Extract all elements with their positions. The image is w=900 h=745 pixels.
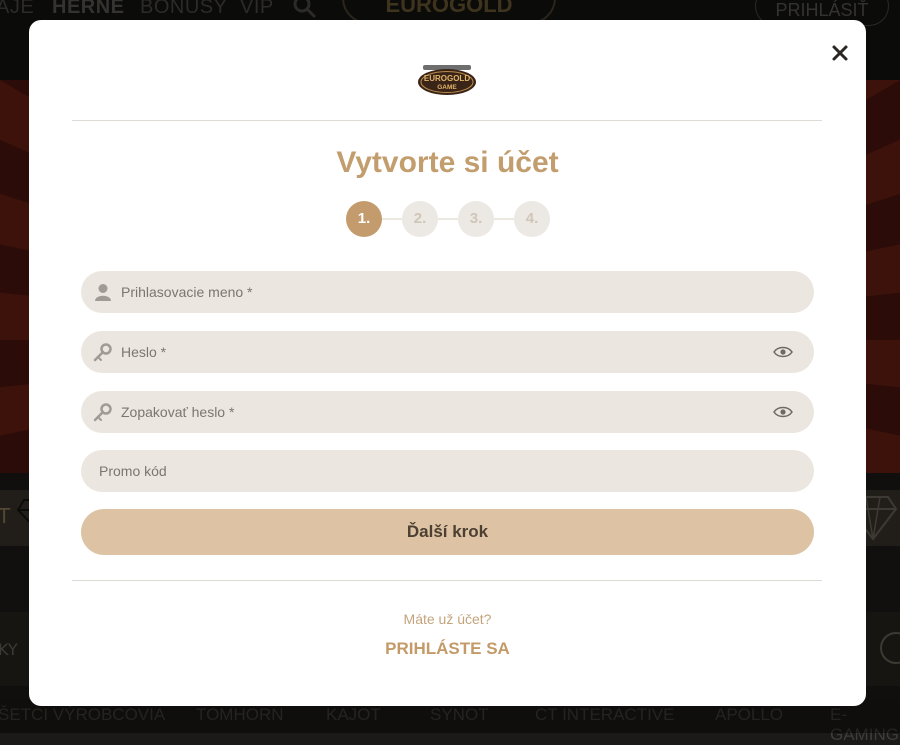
registration-modal: EUROGOLD GAME Vytvorte si účet 1. 2. 3. … bbox=[29, 20, 866, 706]
key-icon bbox=[93, 343, 112, 362]
step-2: 2. bbox=[402, 201, 438, 237]
modal-title: Vytvorte si účet bbox=[336, 146, 559, 179]
step-3: 3. bbox=[458, 201, 494, 237]
eye-icon[interactable] bbox=[773, 345, 793, 359]
password-repeat-input[interactable] bbox=[121, 391, 761, 433]
next-step-button[interactable]: Ďalší krok bbox=[81, 509, 814, 555]
step-indicator: 1. 2. 3. 4. bbox=[346, 201, 550, 237]
steps-connector bbox=[363, 218, 533, 220]
username-field bbox=[81, 271, 814, 313]
password-field bbox=[81, 331, 814, 373]
step-1: 1. bbox=[346, 201, 382, 237]
key-icon bbox=[93, 403, 112, 422]
logo-text-line2: GAME bbox=[437, 84, 457, 91]
username-input[interactable] bbox=[121, 271, 761, 313]
step-4: 4. bbox=[514, 201, 550, 237]
close-icon[interactable] bbox=[829, 42, 851, 64]
divider bbox=[72, 580, 822, 581]
divider bbox=[72, 120, 822, 121]
user-icon bbox=[95, 284, 111, 301]
password-repeat-field bbox=[81, 391, 814, 433]
eurogold-logo: EUROGOLD GAME bbox=[418, 65, 476, 95]
have-account-text: Máte už účet? bbox=[403, 611, 492, 627]
login-link[interactable]: PRIHLÁSTE SA bbox=[29, 639, 866, 659]
promo-code-input[interactable] bbox=[99, 450, 739, 492]
password-input[interactable] bbox=[121, 331, 761, 373]
logo-text-line1: EUROGOLD bbox=[424, 74, 470, 83]
promo-code-field bbox=[81, 450, 814, 492]
eye-icon[interactable] bbox=[773, 405, 793, 419]
